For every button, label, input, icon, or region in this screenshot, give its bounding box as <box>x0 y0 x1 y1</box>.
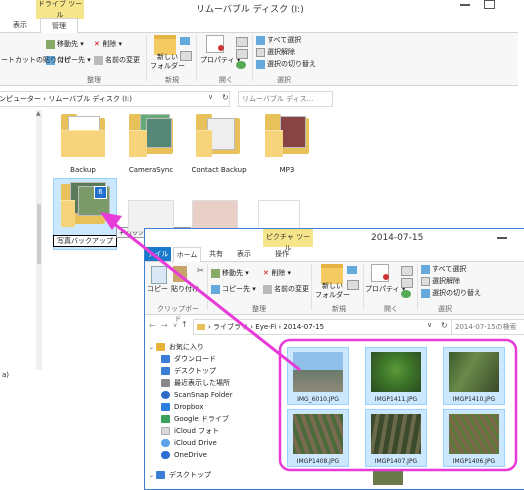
annotation-overlay <box>100 212 518 472</box>
drag-arrow-line <box>111 220 301 372</box>
selection-highlight-box <box>278 338 518 472</box>
